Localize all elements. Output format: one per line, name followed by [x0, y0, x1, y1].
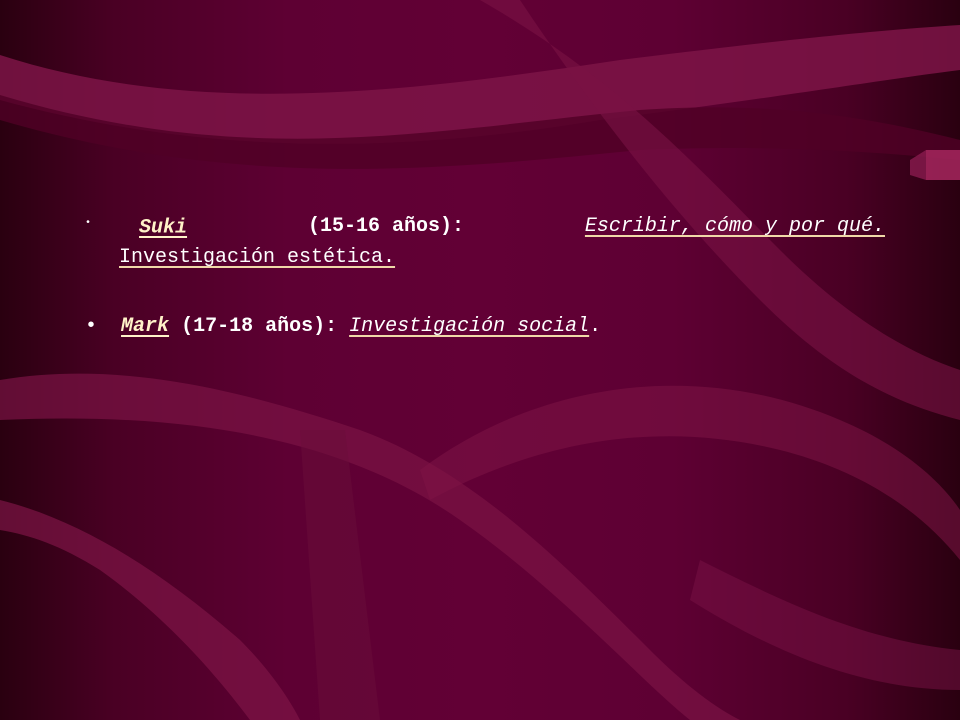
- slide-content: • Suki (15-16 años): Escribir, cómo y po…: [0, 0, 960, 720]
- person-name-link[interactable]: Mark: [121, 315, 169, 338]
- list-item: • Mark (17-18 años): Investigación socia…: [85, 312, 905, 342]
- topic-link[interactable]: Escribir, cómo y por qué.: [585, 212, 885, 243]
- topic-link-continuation[interactable]: Investigación estética.: [119, 246, 395, 269]
- topic-link[interactable]: Investigación social: [349, 315, 589, 338]
- sentence-end: .: [589, 315, 602, 338]
- list-item: • Suki (15-16 años): Escribir, cómo y po…: [85, 212, 885, 273]
- age-range: (15-16 años):: [307, 215, 464, 238]
- person-name-link[interactable]: Suki: [139, 216, 187, 239]
- bullet-icon: •: [85, 315, 98, 338]
- bullet-icon: •: [85, 218, 92, 229]
- age-range: (17-18 años):: [181, 315, 338, 338]
